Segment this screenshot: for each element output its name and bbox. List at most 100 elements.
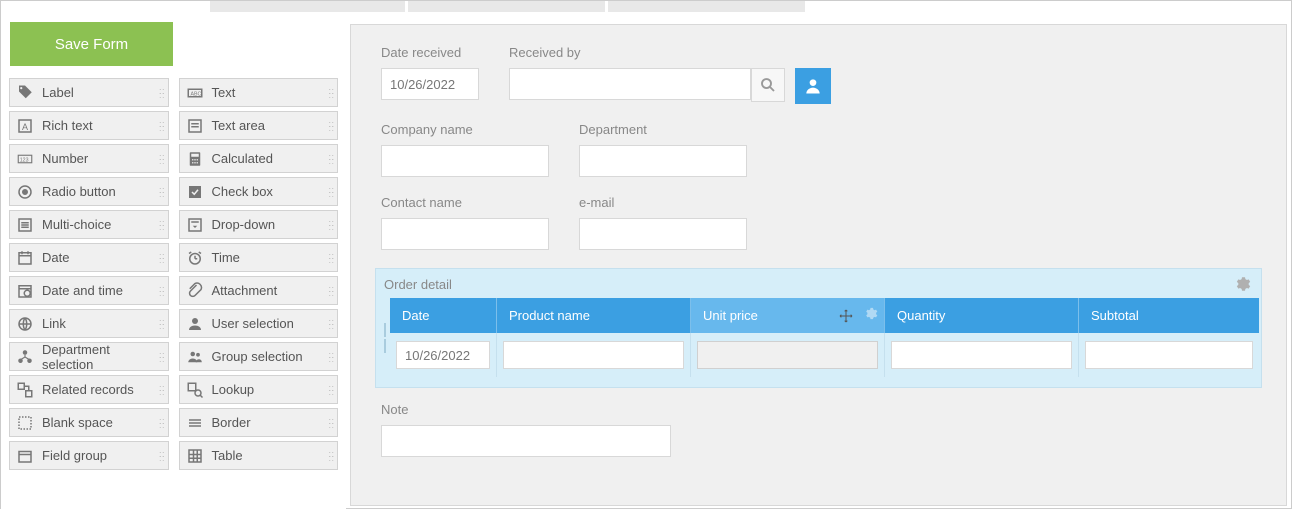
field-blank-space[interactable]: Blank space: :: : bbox=[9, 408, 169, 437]
td-quantity bbox=[885, 333, 1079, 377]
td-product-name bbox=[497, 333, 691, 377]
grip-icon: : :: : bbox=[328, 320, 333, 328]
grip-icon: : :: : bbox=[159, 89, 164, 97]
svg-text:ABC: ABC bbox=[190, 91, 201, 97]
table-icon bbox=[184, 445, 206, 467]
search-button[interactable] bbox=[751, 68, 785, 102]
field-multichoice[interactable]: Multi-choice: :: : bbox=[9, 210, 169, 239]
tab-bar bbox=[1, 1, 1291, 12]
td-subtotal bbox=[1079, 333, 1259, 377]
department-input[interactable] bbox=[579, 145, 747, 177]
radio-icon bbox=[14, 181, 36, 203]
dropdown-icon bbox=[184, 214, 206, 236]
order-detail-label: Order detail bbox=[384, 277, 452, 292]
cell-product-input[interactable] bbox=[503, 341, 684, 369]
date-received-input[interactable] bbox=[381, 68, 479, 100]
field-field-group[interactable]: Field group: :: : bbox=[9, 441, 169, 470]
field-radio[interactable]: Radio button: :: : bbox=[9, 177, 169, 206]
grip-icon: : :: : bbox=[159, 254, 164, 262]
field-checkbox[interactable]: Check box: :: : bbox=[179, 177, 339, 206]
email-input[interactable] bbox=[579, 218, 747, 250]
field-related-records[interactable]: Related records: :: : bbox=[9, 375, 169, 404]
grip-icon: : :: : bbox=[328, 452, 333, 460]
th-date[interactable]: Date bbox=[390, 298, 497, 333]
field-number[interactable]: 123 Number: :: : bbox=[9, 144, 169, 173]
person-icon bbox=[184, 313, 206, 335]
email-group[interactable]: e-mail bbox=[579, 195, 747, 250]
cell-subtotal-input[interactable] bbox=[1085, 341, 1253, 369]
order-detail-table[interactable]: Order detail Date Product name Unit pric… bbox=[375, 268, 1262, 388]
globe-icon bbox=[14, 313, 36, 335]
field-link[interactable]: Link: :: : bbox=[9, 309, 169, 338]
datetime-icon bbox=[14, 280, 36, 302]
note-input[interactable] bbox=[381, 425, 671, 457]
paperclip-icon bbox=[184, 280, 206, 302]
tab-3[interactable] bbox=[608, 1, 805, 12]
th-quantity[interactable]: Quantity bbox=[885, 298, 1079, 333]
th-unit-price[interactable]: Unit price bbox=[691, 298, 885, 333]
field-table[interactable]: Table: :: : bbox=[179, 441, 339, 470]
th-subtotal[interactable]: Subtotal bbox=[1079, 298, 1259, 333]
field-attachment[interactable]: Attachment: :: : bbox=[179, 276, 339, 305]
cell-date-input[interactable] bbox=[396, 341, 490, 369]
grip-icon: : :: : bbox=[328, 287, 333, 295]
move-icon[interactable] bbox=[838, 308, 854, 324]
td-unit-price bbox=[691, 333, 885, 377]
field-text[interactable]: ABC Text: :: : bbox=[179, 78, 339, 107]
grip-icon: : :: : bbox=[159, 320, 164, 328]
grip-icon: : :: : bbox=[159, 221, 164, 229]
department-label: Department bbox=[579, 122, 747, 137]
th-product-name[interactable]: Product name bbox=[497, 298, 691, 333]
svg-text:A: A bbox=[22, 121, 28, 131]
field-group-selection[interactable]: Group selection: :: : bbox=[179, 342, 339, 371]
field-time[interactable]: Time: :: : bbox=[179, 243, 339, 272]
company-name-label: Company name bbox=[381, 122, 549, 137]
grip-icon: : :: : bbox=[328, 419, 333, 427]
field-dropdown[interactable]: Drop-down: :: : bbox=[179, 210, 339, 239]
contact-name-group[interactable]: Contact name bbox=[381, 195, 549, 250]
list-icon bbox=[14, 214, 36, 236]
field-label[interactable]: Label: :: : bbox=[9, 78, 169, 107]
td-date bbox=[390, 333, 497, 377]
field-department-selection[interactable]: Department selection: :: : bbox=[9, 342, 169, 371]
field-date[interactable]: Date: :: : bbox=[9, 243, 169, 272]
tab-2[interactable] bbox=[408, 1, 605, 12]
search-icon bbox=[759, 76, 777, 94]
cell-quantity-input[interactable] bbox=[891, 341, 1072, 369]
company-name-group[interactable]: Company name bbox=[381, 122, 549, 177]
field-border[interactable]: Border: :: : bbox=[179, 408, 339, 437]
grip-icon: : :: : bbox=[159, 386, 164, 394]
field-datetime[interactable]: Date and time: :: : bbox=[9, 276, 169, 305]
note-label: Note bbox=[381, 402, 1226, 417]
tab-1[interactable] bbox=[210, 1, 405, 12]
contact-name-input[interactable] bbox=[381, 218, 549, 250]
lookup-icon bbox=[184, 379, 206, 401]
company-name-input[interactable] bbox=[381, 145, 549, 177]
calendar-icon bbox=[14, 247, 36, 269]
form-canvas: Date received Received by bbox=[350, 24, 1287, 506]
person-picker-button[interactable] bbox=[795, 68, 831, 104]
field-calculated[interactable]: Calculated: :: : bbox=[179, 144, 339, 173]
field-lookup[interactable]: Lookup: :: : bbox=[179, 375, 339, 404]
number-icon: 123 bbox=[14, 148, 36, 170]
date-received-group[interactable]: Date received bbox=[381, 45, 479, 104]
grip-icon: : :: : bbox=[159, 122, 164, 130]
received-by-input[interactable] bbox=[509, 68, 751, 100]
received-by-group[interactable]: Received by bbox=[509, 45, 831, 104]
svg-text:123: 123 bbox=[20, 157, 29, 163]
rich-text-icon: A bbox=[14, 115, 36, 137]
field-rich-text[interactable]: A Rich text: :: : bbox=[9, 111, 169, 140]
department-group[interactable]: Department bbox=[579, 122, 747, 177]
email-label: e-mail bbox=[579, 195, 747, 210]
gear-icon[interactable] bbox=[1233, 275, 1251, 293]
grip-icon: : :: : bbox=[328, 122, 333, 130]
note-group[interactable]: Note bbox=[381, 402, 1226, 457]
tab-active[interactable] bbox=[1, 1, 207, 12]
grip-icon: : :: : bbox=[328, 188, 333, 196]
gear-icon[interactable] bbox=[863, 306, 878, 321]
save-form-button[interactable]: Save Form bbox=[10, 22, 173, 66]
blank-icon bbox=[14, 412, 36, 434]
field-textarea[interactable]: Text area: :: : bbox=[179, 111, 339, 140]
cell-unit-price-input[interactable] bbox=[697, 341, 878, 369]
field-user-selection[interactable]: User selection: :: : bbox=[179, 309, 339, 338]
